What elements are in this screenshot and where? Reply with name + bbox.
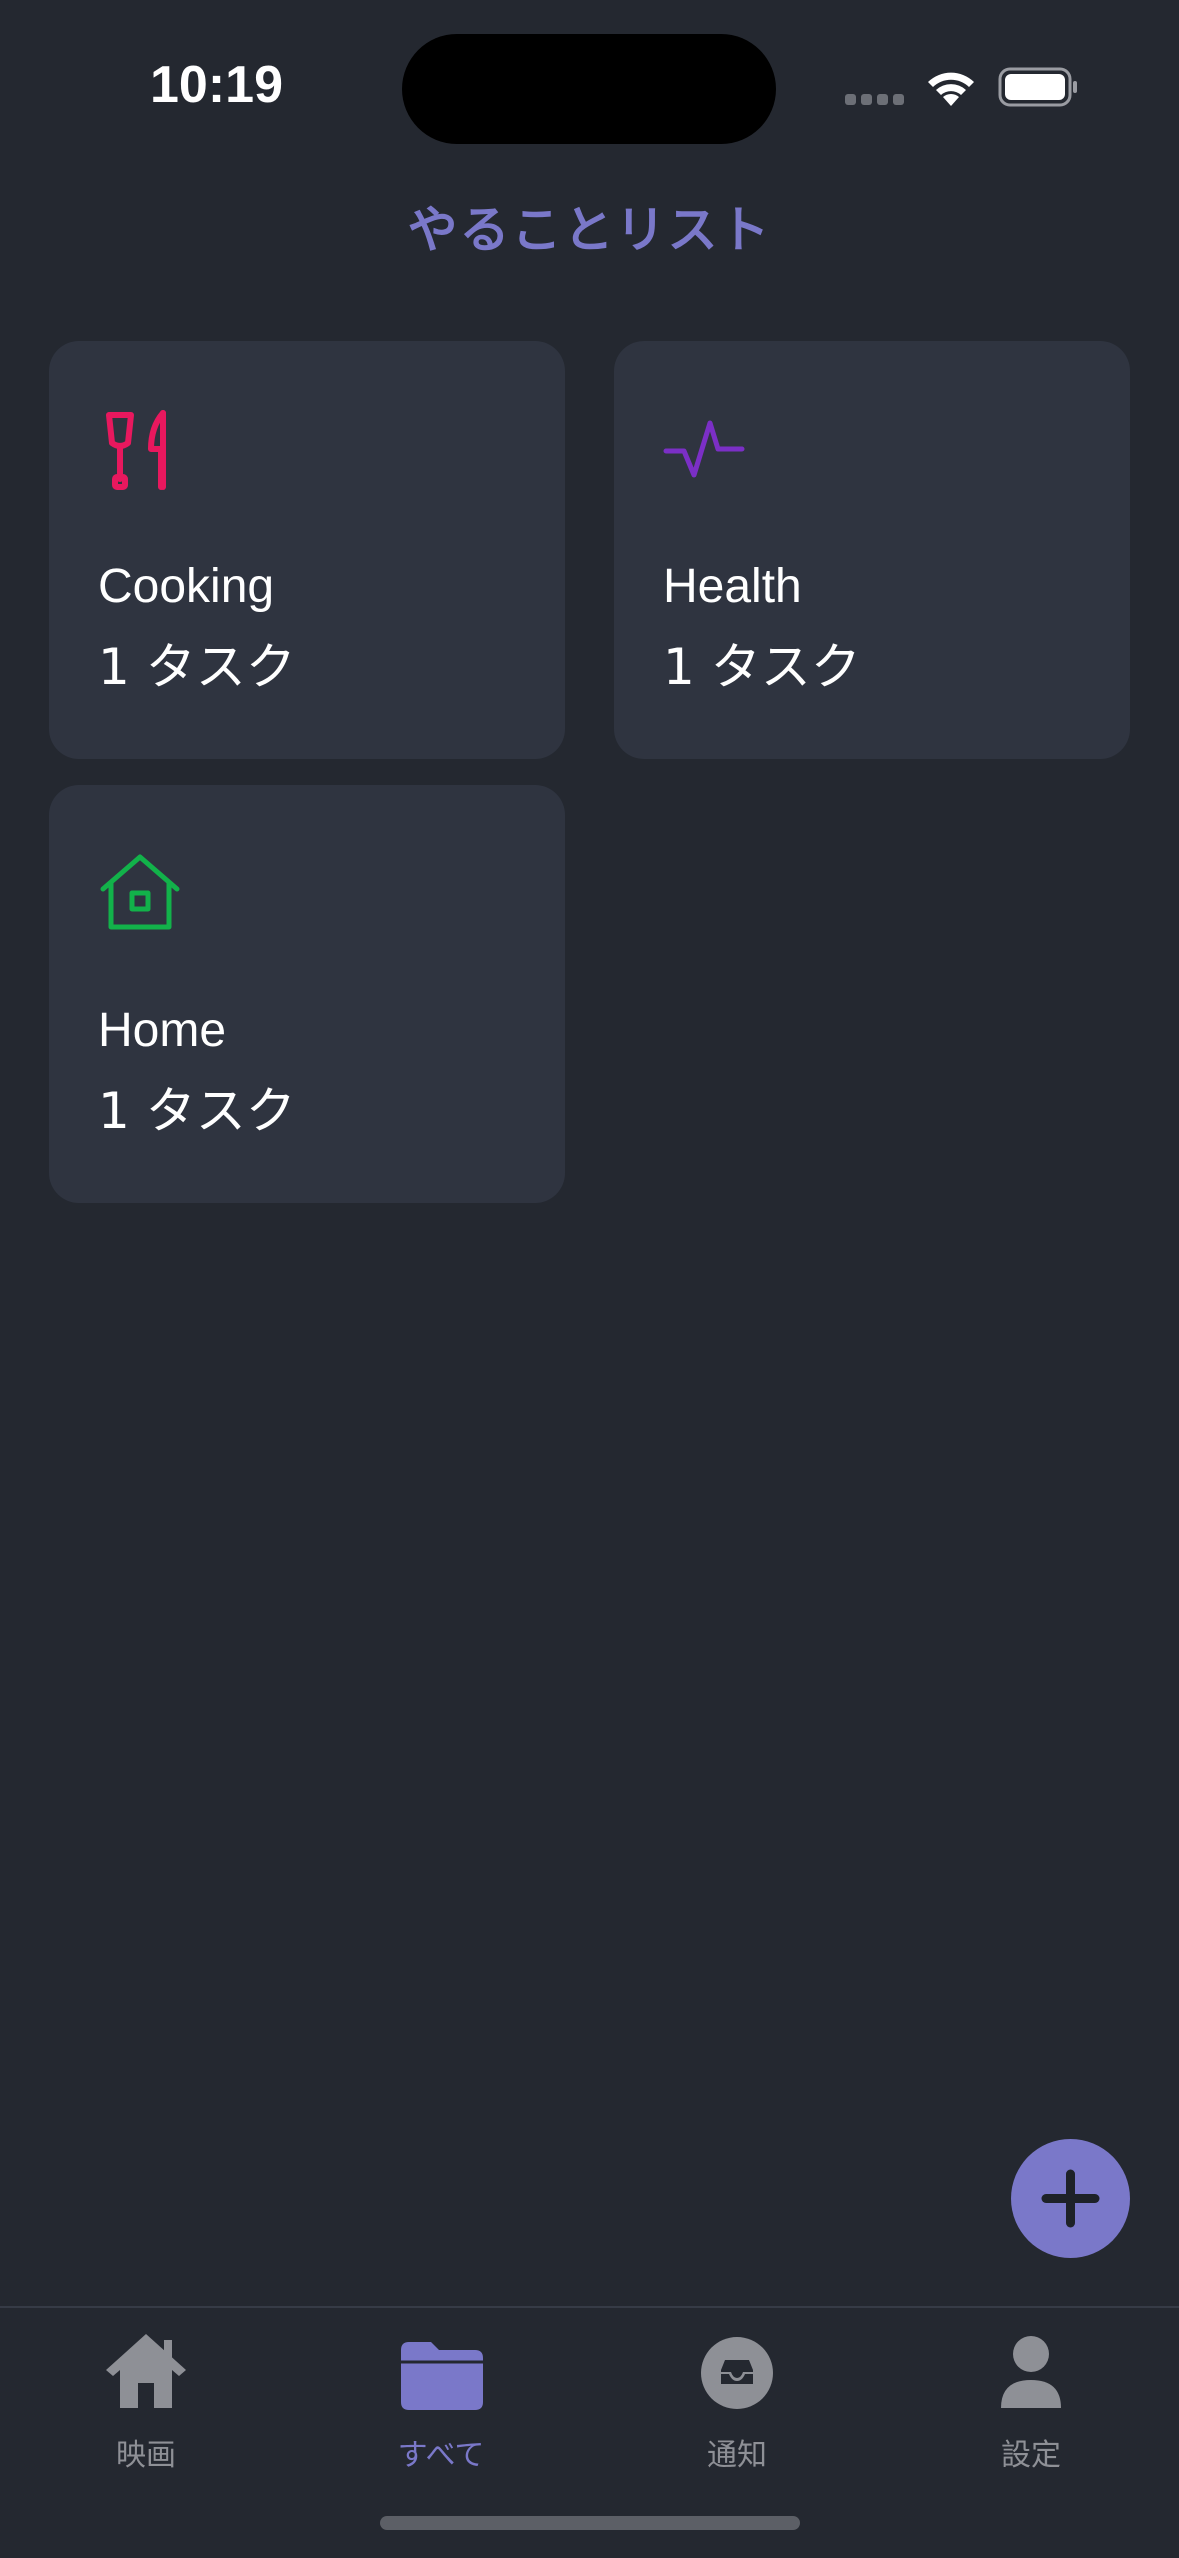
house-icon — [100, 854, 180, 930]
category-name: Health — [663, 560, 802, 613]
category-card-health[interactable]: Health 1 タスク — [614, 341, 1130, 759]
category-card-home[interactable]: Home 1 タスク — [49, 785, 565, 1203]
page-title: やることリスト — [407, 201, 772, 259]
dynamic-island — [402, 34, 776, 144]
pulse-icon — [663, 420, 745, 478]
tab-movies[interactable]: 映画 — [46, 2308, 246, 2473]
home-indicator[interactable] — [380, 2516, 800, 2530]
status-bar: 10:19 — [0, 0, 1179, 150]
category-task-count: 1 タスク — [663, 638, 861, 696]
signal-icon — [845, 94, 905, 106]
tab-notifications[interactable]: 通知 — [637, 2308, 837, 2473]
battery-icon — [998, 67, 1077, 107]
person-icon — [1001, 2336, 1061, 2408]
tab-all[interactable]: すべて — [341, 2308, 541, 2473]
tab-settings[interactable]: 設定 — [931, 2308, 1131, 2473]
tab-label: 通知 — [707, 2438, 767, 2473]
category-card-cooking[interactable]: Cooking 1 タスク — [49, 341, 565, 759]
tab-label: すべて — [397, 2438, 485, 2473]
inbox-icon — [701, 2337, 773, 2409]
add-button[interactable] — [1011, 2139, 1130, 2258]
utensils-icon — [106, 410, 166, 490]
folder-icon — [401, 2342, 483, 2410]
status-time: 10:19 — [150, 56, 283, 114]
plus-icon — [1041, 2169, 1100, 2228]
category-task-count: 1 タスク — [98, 638, 296, 696]
home-icon — [106, 2334, 186, 2408]
wifi-icon — [928, 72, 974, 106]
tab-label: 設定 — [1001, 2438, 1061, 2473]
category-task-count: 1 タスク — [98, 1082, 296, 1140]
category-name: Cooking — [98, 560, 275, 613]
category-name: Home — [98, 1004, 227, 1057]
tab-label: 映画 — [116, 2438, 176, 2473]
